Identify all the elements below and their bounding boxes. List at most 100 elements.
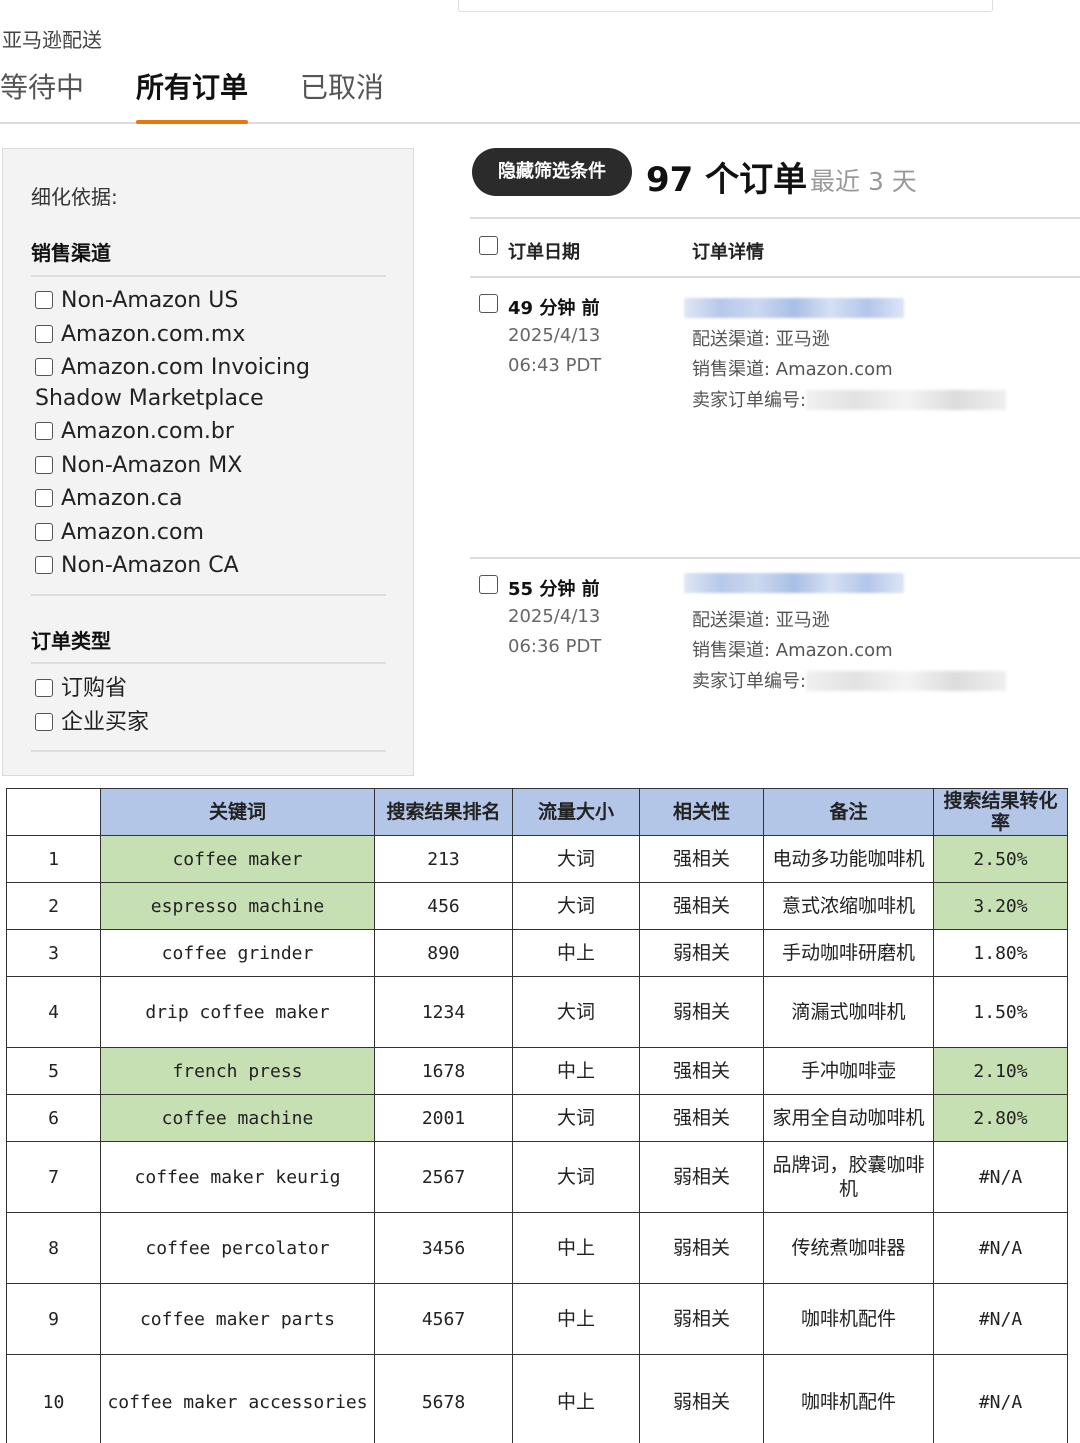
filter-option[interactable]: Amazon.com.mx: [35, 319, 390, 350]
cell-row-number[interactable]: 8: [6, 1212, 101, 1284]
cell-row-number[interactable]: 9: [6, 1283, 101, 1355]
cell-note[interactable]: 咖啡机配件: [763, 1354, 934, 1443]
cell-traffic[interactable]: 大词: [512, 1141, 640, 1213]
cell-relevance[interactable]: 强相关: [639, 882, 764, 930]
cell-keyword[interactable]: drip coffee maker: [100, 976, 375, 1048]
col-order-date[interactable]: 订单日期: [508, 238, 580, 264]
cell-note[interactable]: 传统煮咖啡器: [763, 1212, 934, 1284]
cell-traffic[interactable]: 大词: [512, 1094, 640, 1142]
cell-note[interactable]: 咖啡机配件: [763, 1283, 934, 1355]
checkbox[interactable]: [35, 422, 53, 440]
cell-conversion[interactable]: 2.80%: [933, 1094, 1068, 1142]
cell-conversion[interactable]: #N/A: [933, 1354, 1068, 1443]
cell-keyword[interactable]: coffee maker keurig: [100, 1141, 375, 1213]
cell-note[interactable]: 家用全自动咖啡机: [763, 1094, 934, 1142]
order-checkbox[interactable]: [479, 575, 498, 594]
cell-keyword[interactable]: french press: [100, 1047, 375, 1095]
filter-option[interactable]: Amazon.com.br: [35, 416, 390, 447]
cell-keyword[interactable]: coffee grinder: [100, 929, 375, 977]
checkbox[interactable]: [35, 556, 53, 574]
filter-option[interactable]: Non-Amazon US: [35, 285, 390, 316]
order-checkbox[interactable]: [479, 294, 498, 313]
hide-filters-button[interactable]: 隐藏筛选条件: [472, 148, 632, 196]
filter-option[interactable]: Amazon.ca: [35, 483, 390, 514]
cell-keyword[interactable]: coffee machine: [100, 1094, 375, 1142]
cell-row-number[interactable]: 2: [6, 882, 101, 930]
cell-note[interactable]: 意式浓缩咖啡机: [763, 882, 934, 930]
cell-traffic[interactable]: 中上: [512, 1047, 640, 1095]
cell-traffic[interactable]: 大词: [512, 976, 640, 1048]
cell-row-number[interactable]: 1: [6, 835, 101, 883]
tab-all-orders[interactable]: 所有订单: [136, 66, 249, 124]
tab-pending[interactable]: 等待中: [0, 66, 84, 122]
cell-keyword[interactable]: espresso machine: [100, 882, 375, 930]
checkbox[interactable]: [35, 325, 53, 343]
cell-keyword[interactable]: coffee maker accessories: [100, 1354, 375, 1443]
cell-conversion[interactable]: #N/A: [933, 1283, 1068, 1355]
top-search-box[interactable]: [458, 0, 993, 12]
checkbox[interactable]: [35, 291, 53, 309]
divider: [31, 275, 386, 277]
cell-conversion[interactable]: 1.80%: [933, 929, 1068, 977]
checkbox[interactable]: [35, 679, 53, 697]
cell-keyword[interactable]: coffee maker parts: [100, 1283, 375, 1355]
cell-row-number[interactable]: 10: [6, 1354, 101, 1443]
filter-option[interactable]: Non-Amazon MX: [35, 450, 390, 481]
cell-relevance[interactable]: 弱相关: [639, 929, 764, 977]
cell-traffic[interactable]: 中上: [512, 1283, 640, 1355]
cell-rank[interactable]: 3456: [374, 1212, 513, 1284]
checkbox[interactable]: [35, 358, 53, 376]
cell-note[interactable]: 电动多功能咖啡机: [763, 835, 934, 883]
cell-traffic[interactable]: 大词: [512, 835, 640, 883]
cell-relevance[interactable]: 弱相关: [639, 976, 764, 1048]
cell-conversion[interactable]: 2.50%: [933, 835, 1068, 883]
checkbox[interactable]: [35, 456, 53, 474]
filter-option[interactable]: Amazon.com: [35, 517, 390, 548]
cell-rank[interactable]: 2001: [374, 1094, 513, 1142]
cell-relevance[interactable]: 强相关: [639, 835, 764, 883]
select-all-checkbox[interactable]: [479, 236, 498, 255]
cell-rank[interactable]: 213: [374, 835, 513, 883]
cell-rank[interactable]: 5678: [374, 1354, 513, 1443]
cell-relevance[interactable]: 弱相关: [639, 1212, 764, 1284]
tab-cancelled[interactable]: 已取消: [300, 66, 384, 122]
cell-note[interactable]: 手动咖啡研磨机: [763, 929, 934, 977]
cell-conversion[interactable]: #N/A: [933, 1141, 1068, 1213]
checkbox[interactable]: [35, 489, 53, 507]
checkbox[interactable]: [35, 523, 53, 541]
cell-conversion[interactable]: #N/A: [933, 1212, 1068, 1284]
cell-note[interactable]: 滴漏式咖啡机: [763, 976, 934, 1048]
cell-rank[interactable]: 456: [374, 882, 513, 930]
cell-note[interactable]: 品牌词，胶囊咖啡机: [763, 1141, 934, 1213]
cell-relevance[interactable]: 弱相关: [639, 1141, 764, 1213]
cell-rank[interactable]: 4567: [374, 1283, 513, 1355]
filter-option[interactable]: Amazon.com Invoicing Shadow Marketplace: [35, 352, 390, 414]
filter-option[interactable]: Non-Amazon CA: [35, 550, 390, 581]
cell-traffic[interactable]: 中上: [512, 1354, 640, 1443]
cell-row-number[interactable]: 3: [6, 929, 101, 977]
cell-relevance[interactable]: 弱相关: [639, 1354, 764, 1443]
cell-traffic[interactable]: 中上: [512, 929, 640, 977]
cell-conversion[interactable]: 2.10%: [933, 1047, 1068, 1095]
cell-rank[interactable]: 1234: [374, 976, 513, 1048]
cell-row-number[interactable]: 4: [6, 976, 101, 1048]
cell-row-number[interactable]: 7: [6, 1141, 101, 1213]
cell-row-number[interactable]: 6: [6, 1094, 101, 1142]
cell-conversion[interactable]: 3.20%: [933, 882, 1068, 930]
cell-keyword[interactable]: coffee percolator: [100, 1212, 375, 1284]
cell-conversion[interactable]: 1.50%: [933, 976, 1068, 1048]
cell-note[interactable]: 手冲咖啡壶: [763, 1047, 934, 1095]
cell-rank[interactable]: 2567: [374, 1141, 513, 1213]
cell-keyword[interactable]: coffee maker: [100, 835, 375, 883]
cell-traffic[interactable]: 大词: [512, 882, 640, 930]
cell-rank[interactable]: 890: [374, 929, 513, 977]
filter-option[interactable]: 订购省: [35, 673, 390, 704]
cell-relevance[interactable]: 强相关: [639, 1094, 764, 1142]
cell-rank[interactable]: 1678: [374, 1047, 513, 1095]
checkbox[interactable]: [35, 713, 53, 731]
cell-traffic[interactable]: 中上: [512, 1212, 640, 1284]
filter-option[interactable]: 企业买家: [35, 707, 390, 738]
cell-relevance[interactable]: 弱相关: [639, 1283, 764, 1355]
cell-row-number[interactable]: 5: [6, 1047, 101, 1095]
cell-relevance[interactable]: 强相关: [639, 1047, 764, 1095]
